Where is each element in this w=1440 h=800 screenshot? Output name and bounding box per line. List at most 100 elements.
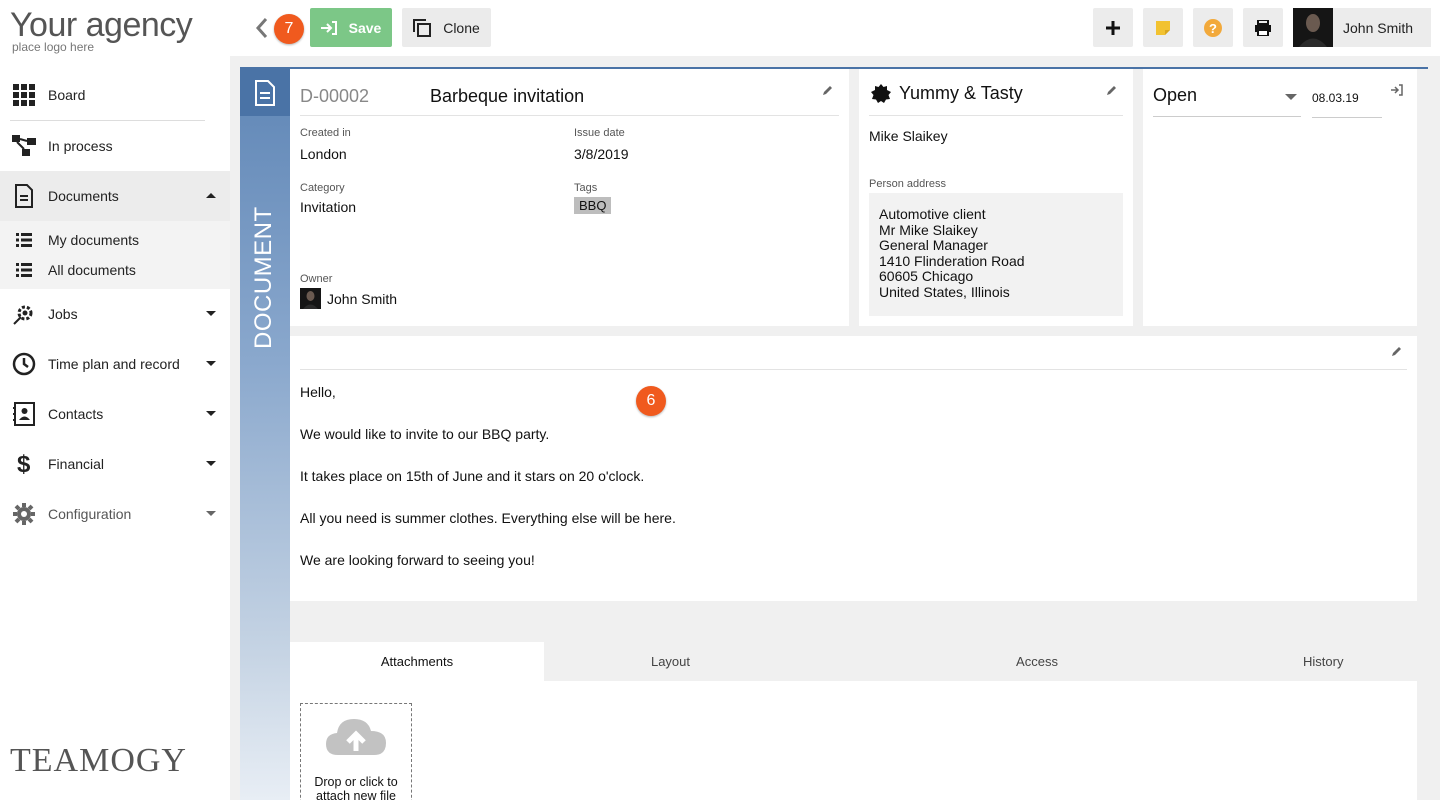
body-paragraph: We are looking forward to seeing you! <box>300 552 535 568</box>
clone-button[interactable]: Clone <box>402 8 491 47</box>
body-paragraph: We would like to invite to our BBQ party… <box>300 426 550 442</box>
sidebar-item-in-process[interactable]: In process <box>0 121 230 171</box>
dropzone-line: Drop or click to <box>314 775 398 789</box>
jobs-icon <box>12 302 36 326</box>
top-toolbar: 7 Save Clone ? John Smith <box>230 0 1440 56</box>
address-line: General Manager <box>879 237 988 254</box>
sidebar-subitem-all-documents[interactable]: All documents <box>0 255 230 285</box>
person-address: Automotive client Mr Mike Slaikey Genera… <box>869 193 1123 316</box>
documents-submenu: My documents All documents <box>0 221 230 289</box>
sidebar-item-board[interactable]: Board <box>0 70 230 120</box>
address-line: United States, Illinois <box>879 283 1010 300</box>
chevron-down-icon <box>1285 94 1297 100</box>
issue-date-label: Issue date <box>574 127 625 139</box>
svg-text:$: $ <box>17 451 31 477</box>
save-button[interactable]: Save <box>310 8 392 47</box>
user-menu[interactable]: John Smith <box>1293 8 1431 47</box>
category-label: Category <box>300 182 345 194</box>
category-value: Invitation <box>300 199 357 215</box>
printer-icon <box>1255 19 1271 36</box>
sticky-note-icon <box>1156 20 1170 35</box>
clone-button-label: Clone <box>443 19 480 36</box>
sidebar-item-configuration[interactable]: Configuration <box>0 489 230 539</box>
main-nav: Board In process Documents My documents <box>0 70 230 539</box>
contact-person[interactable]: Mike Slaikey <box>869 128 948 144</box>
tab-layout[interactable]: Layout <box>544 642 797 681</box>
print-button[interactable] <box>1243 8 1283 47</box>
sidebar-item-documents[interactable]: Documents <box>0 171 230 221</box>
company-name[interactable]: Yummy & Tasty <box>899 83 1023 104</box>
edit-pencil-icon[interactable] <box>822 83 836 97</box>
tags-label: Tags <box>574 182 598 194</box>
document-tabs: Attachments Layout Access History <box>290 642 1417 681</box>
back-button[interactable] <box>254 16 270 40</box>
document-id: D-00002 <box>300 86 370 106</box>
sidebar-item-label: In process <box>48 138 113 154</box>
document-type-strip: DOCUMENT <box>240 69 290 800</box>
tag-chip[interactable]: BBQ <box>574 197 612 214</box>
notes-button[interactable] <box>1143 8 1183 47</box>
avatar <box>1293 8 1333 47</box>
attachments-panel: Drop or click to attach new file <box>290 681 1417 800</box>
status-value: Open <box>1153 85 1198 105</box>
gear-icon <box>12 502 36 526</box>
chevron-down-icon <box>206 511 216 516</box>
company-badge-icon <box>871 84 891 107</box>
sidebar-item-time-plan[interactable]: Time plan and record <box>0 339 230 389</box>
sidebar-item-financial[interactable]: $ Financial <box>0 439 230 489</box>
document-header-card: D-00002 Barbeque invitation Created in L… <box>290 69 849 326</box>
sidebar-item-label: Contacts <box>48 406 104 422</box>
chevron-down-icon <box>206 361 216 366</box>
attachment-dropzone[interactable]: Drop or click to attach new file <box>300 703 412 800</box>
clone-icon <box>413 18 432 37</box>
body-divider <box>300 369 1407 370</box>
help-button[interactable]: ? <box>1193 8 1233 47</box>
tab-history[interactable]: History <box>1303 642 1417 681</box>
help-icon: ? <box>1204 18 1222 37</box>
dropzone-text: Drop or click to attach new file <box>301 775 411 800</box>
document-title[interactable]: Barbeque invitation <box>430 86 584 107</box>
contact-card: Yummy & Tasty Mike Slaikey Person addres… <box>859 69 1133 326</box>
address-line: Mr Mike Slaikey <box>879 221 978 238</box>
plus-icon <box>1106 20 1120 35</box>
body-paragraph: Hello, <box>300 384 336 400</box>
sidebar-item-contacts[interactable]: Contacts <box>0 389 230 439</box>
sidebar-subitem-my-documents[interactable]: My documents <box>0 225 230 255</box>
sign-in-icon[interactable] <box>1391 83 1405 97</box>
address-line: 1410 Flinderation Road <box>879 252 1025 269</box>
chevron-down-icon <box>206 461 216 466</box>
created-in-label: Created in <box>300 127 351 139</box>
list-icon <box>16 232 32 248</box>
chevron-up-icon <box>206 193 216 198</box>
owner-label: Owner <box>300 273 333 285</box>
owner-value: John Smith <box>327 290 398 307</box>
document-type-icon-box <box>240 69 290 116</box>
agency-logo[interactable]: Your agency place logo here <box>10 6 193 54</box>
owner-field: John Smith <box>300 288 397 309</box>
tab-attachments[interactable]: Attachments <box>290 642 544 681</box>
flow-icon <box>12 134 36 158</box>
dollar-icon: $ <box>12 451 36 477</box>
document-icon <box>12 184 36 208</box>
logo-main-text: Your agency <box>10 6 193 44</box>
chevron-down-icon <box>206 311 216 316</box>
status-card: Open 08.03.19 <box>1143 69 1417 326</box>
document-body-text[interactable]: Hello, We would like to invite to our BB… <box>300 383 1200 593</box>
edit-pencil-icon[interactable] <box>1391 344 1405 358</box>
sidebar-item-jobs[interactable]: Jobs <box>0 289 230 339</box>
step-badge: 6 <box>636 386 666 416</box>
contacts-icon <box>12 402 36 426</box>
sidebar-subitem-label: My documents <box>48 232 140 248</box>
tab-access[interactable]: Access <box>797 642 1277 681</box>
add-button[interactable] <box>1093 8 1133 47</box>
step-badge: 7 <box>274 14 304 44</box>
edit-pencil-icon[interactable] <box>1106 83 1120 97</box>
sign-in-icon <box>320 20 337 35</box>
sidebar-item-label: Time plan and record <box>48 356 180 372</box>
clock-icon <box>12 352 36 376</box>
contact-divider <box>869 115 1123 116</box>
status-select[interactable]: Open <box>1153 85 1301 117</box>
status-date-field[interactable]: 08.03.19 <box>1312 85 1382 118</box>
sidebar-subitem-label: All documents <box>48 262 136 278</box>
address-line: Automotive client <box>879 206 986 222</box>
